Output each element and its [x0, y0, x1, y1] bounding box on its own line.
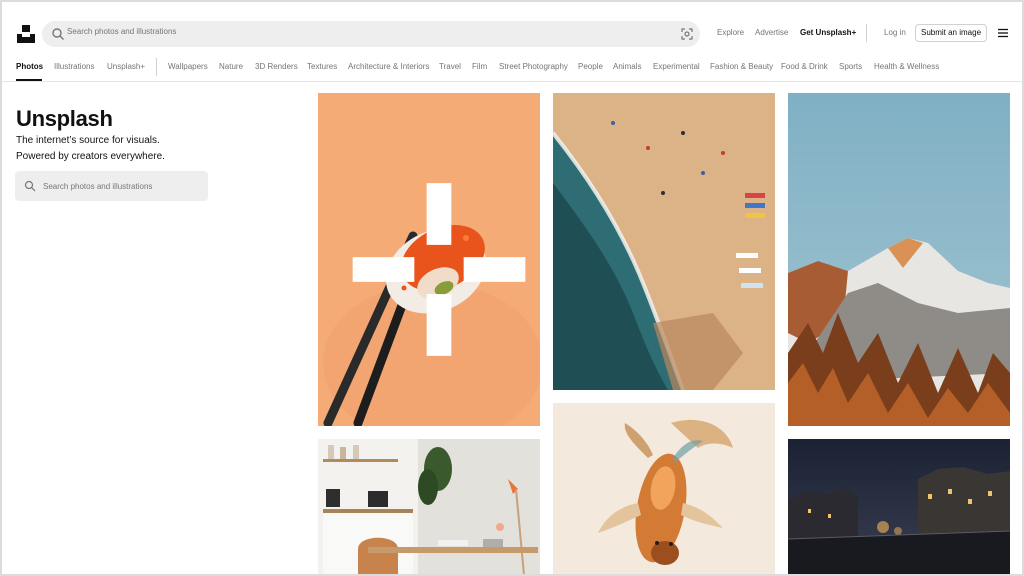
night-city-image — [788, 439, 1010, 574]
photo-sushi-chopsticks[interactable] — [318, 93, 540, 426]
office-image — [318, 439, 540, 574]
unsplash-page: Search photos and illustrations Explore … — [2, 2, 1022, 574]
unsplash-plus-badge-icon — [352, 183, 526, 356]
tab-3d-renders[interactable]: 3D Renders — [255, 62, 298, 71]
tab-health-wellness[interactable]: Health & Wellness — [874, 62, 939, 71]
search-input[interactable]: Search photos and illustrations — [67, 27, 176, 36]
search-icon — [52, 28, 64, 40]
tab-unsplash-plus[interactable]: Unsplash+ — [107, 62, 145, 71]
tab-travel[interactable]: Travel — [439, 62, 461, 71]
tab-wallpapers[interactable]: Wallpapers — [168, 62, 208, 71]
mountain-image — [788, 93, 1010, 426]
photo-aerial-beach[interactable] — [553, 93, 775, 390]
photo-koi-fish[interactable] — [553, 403, 775, 574]
tab-nature[interactable]: Nature — [219, 62, 243, 71]
photo-snowy-mountain[interactable] — [788, 93, 1010, 426]
visual-search-icon[interactable] — [680, 27, 694, 41]
explore-link[interactable]: Explore — [717, 28, 744, 37]
submit-image-button[interactable]: Submit an image — [915, 24, 987, 42]
koi-image — [553, 403, 775, 574]
search-icon — [24, 180, 36, 192]
category-divider — [156, 58, 157, 76]
hero-tagline-1: The internet’s source for visuals. — [16, 135, 160, 146]
active-tab-indicator — [16, 79, 42, 81]
photo-night-city[interactable] — [788, 439, 1010, 574]
tab-experimental[interactable]: Experimental — [653, 62, 700, 71]
tab-architecture-interiors[interactable]: Architecture & Interiors — [348, 62, 429, 71]
tab-film[interactable]: Film — [472, 62, 487, 71]
advertise-link[interactable]: Advertise — [755, 28, 788, 37]
tab-food-drink[interactable]: Food & Drink — [781, 62, 828, 71]
tab-textures[interactable]: Textures — [307, 62, 337, 71]
login-link[interactable]: Log in — [884, 28, 906, 37]
hero-search-bar[interactable]: Search photos and illustrations — [15, 171, 208, 201]
hamburger-menu-icon[interactable] — [997, 27, 1009, 39]
photo-home-office[interactable] — [318, 439, 540, 574]
header-divider — [866, 24, 867, 42]
hero-tagline-2: Powered by creators everywhere. — [16, 151, 165, 162]
search-bar[interactable]: Search photos and illustrations — [42, 21, 700, 47]
tab-fashion-beauty[interactable]: Fashion & Beauty — [710, 62, 773, 71]
page-title: Unsplash — [16, 106, 113, 131]
get-unsplash-plus-link[interactable]: Get Unsplash+ — [800, 28, 856, 37]
category-nav: Photos Illustrations Unsplash+ Wallpaper… — [2, 54, 1022, 82]
beach-image — [553, 93, 775, 390]
tab-sports[interactable]: Sports — [839, 62, 862, 71]
tab-street-photography[interactable]: Street Photography — [499, 62, 568, 71]
unsplash-logo-icon[interactable] — [16, 24, 36, 44]
tab-animals[interactable]: Animals — [613, 62, 641, 71]
tab-illustrations[interactable]: Illustrations — [54, 62, 94, 71]
hero-search-input[interactable]: Search photos and illustrations — [43, 182, 152, 191]
tab-people[interactable]: People — [578, 62, 603, 71]
tab-photos[interactable]: Photos — [16, 62, 43, 71]
